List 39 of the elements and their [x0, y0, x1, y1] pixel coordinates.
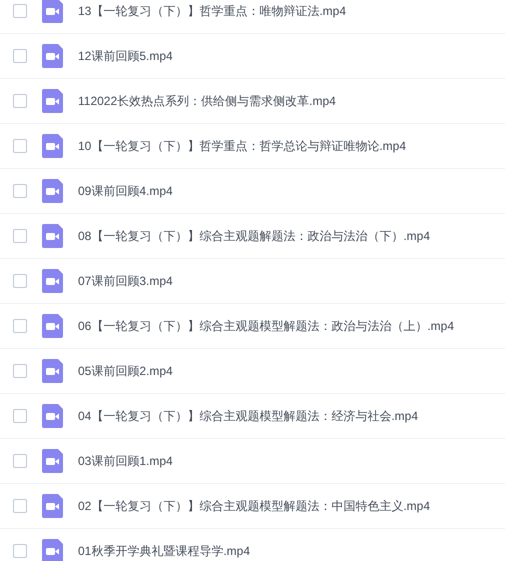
- video-file-icon: [42, 314, 63, 338]
- file-name[interactable]: 01秋季开学典礼暨课程导学.mp4: [78, 542, 250, 560]
- video-file-icon: [42, 179, 63, 203]
- video-file-icon: [42, 404, 63, 428]
- file-name[interactable]: 06【一轮复习（下）】综合主观题模型解题法：政治与法治（上）.mp4: [78, 317, 454, 335]
- checkbox[interactable]: [13, 139, 27, 153]
- checkbox[interactable]: [13, 94, 27, 108]
- video-file-icon: [42, 494, 63, 518]
- file-name[interactable]: 10【一轮复习（下）】哲学重点：哲学总论与辩证唯物论.mp4: [78, 137, 406, 155]
- file-name[interactable]: 13【一轮复习（下）】哲学重点：唯物辩证法.mp4: [78, 2, 346, 20]
- video-file-icon: [42, 0, 63, 23]
- file-name[interactable]: 02【一轮复习（下）】综合主观题模型解题法：中国特色主义.mp4: [78, 497, 430, 515]
- file-name[interactable]: 07课前回顾3.mp4: [78, 272, 173, 290]
- file-name[interactable]: 04【一轮复习（下）】综合主观题模型解题法：经济与社会.mp4: [78, 407, 418, 425]
- checkbox[interactable]: [13, 364, 27, 378]
- checkbox[interactable]: [13, 409, 27, 423]
- file-name[interactable]: 08【一轮复习（下）】综合主观题解题法：政治与法治（下）.mp4: [78, 227, 430, 245]
- video-file-icon: [42, 89, 63, 113]
- checkbox[interactable]: [13, 544, 27, 558]
- file-name[interactable]: 112022长效热点系列：供给侧与需求侧改革.mp4: [78, 92, 336, 110]
- video-file-icon: [42, 359, 63, 383]
- checkbox[interactable]: [13, 4, 27, 18]
- checkbox[interactable]: [13, 184, 27, 198]
- video-file-icon: [42, 134, 63, 158]
- checkbox[interactable]: [13, 274, 27, 288]
- checkbox[interactable]: [13, 319, 27, 333]
- video-file-icon: [42, 269, 63, 293]
- video-file-icon: [42, 539, 63, 561]
- checkbox[interactable]: [13, 49, 27, 63]
- file-name[interactable]: 09课前回顾4.mp4: [78, 182, 173, 200]
- file-name[interactable]: 05课前回顾2.mp4: [78, 362, 173, 380]
- video-file-icon: [42, 224, 63, 248]
- video-file-icon: [42, 449, 63, 473]
- video-file-icon: [42, 44, 63, 68]
- checkbox[interactable]: [13, 229, 27, 243]
- file-name[interactable]: 03课前回顾1.mp4: [78, 452, 173, 470]
- checkbox[interactable]: [13, 499, 27, 513]
- checkbox[interactable]: [13, 454, 27, 468]
- file-name[interactable]: 12课前回顾5.mp4: [78, 47, 173, 65]
